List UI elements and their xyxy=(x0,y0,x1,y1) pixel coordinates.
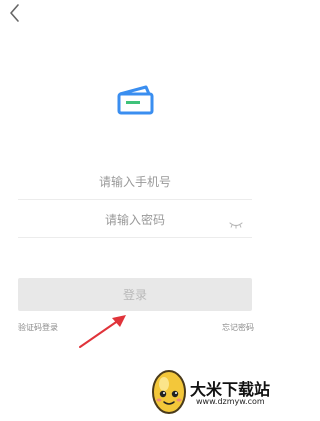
eye-closed-icon xyxy=(229,222,243,229)
watermark: 大米下载站 www.dzmyw.com xyxy=(146,366,272,418)
phone-input[interactable] xyxy=(18,164,252,199)
back-button[interactable] xyxy=(4,2,26,24)
chevron-left-icon xyxy=(10,4,19,22)
watermark-url: www.dzmyw.com xyxy=(196,397,265,406)
app-logo xyxy=(116,82,156,116)
login-button[interactable]: 登录 xyxy=(18,278,252,311)
password-field[interactable] xyxy=(18,202,252,238)
password-visibility-toggle[interactable] xyxy=(228,215,244,229)
forgot-password-link[interactable]: 忘记密码 xyxy=(222,322,254,333)
password-input[interactable] xyxy=(18,202,252,237)
mascot-logo-icon xyxy=(152,370,186,414)
folder-logo-icon xyxy=(117,85,154,115)
phone-field[interactable] xyxy=(18,164,252,200)
code-login-link[interactable]: 验证码登录 xyxy=(18,322,58,333)
annotation-arrow-icon xyxy=(79,315,126,348)
